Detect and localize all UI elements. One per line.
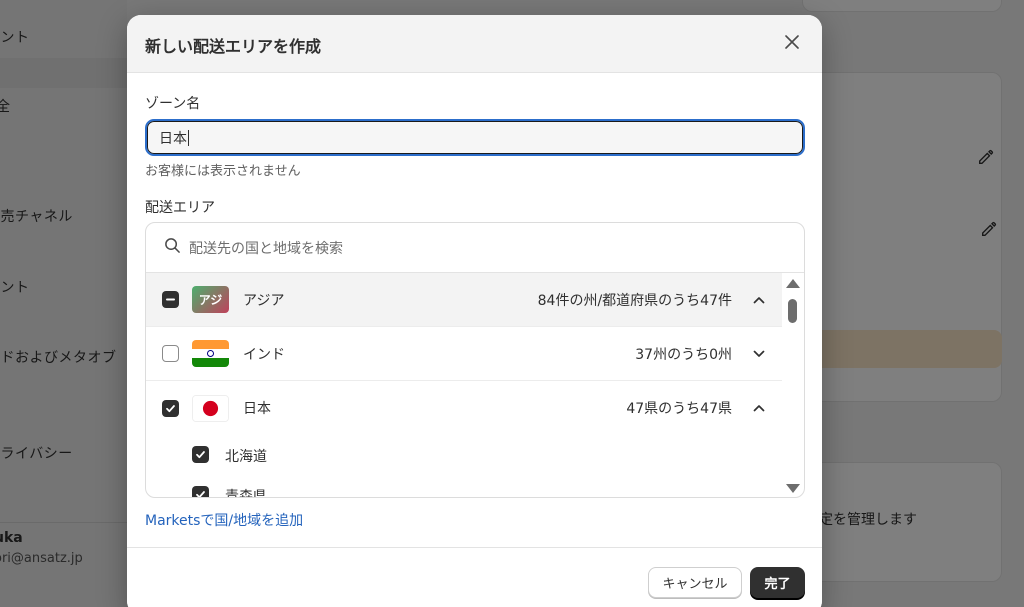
region-count: 47県のうち47県: [626, 401, 732, 417]
modal-footer: キャンセル 完了: [127, 547, 822, 607]
shipping-area-label: 配送エリア: [145, 200, 215, 216]
japan-flag-icon: [192, 394, 229, 422]
zone-name-help: お客様には表示されません: [145, 164, 301, 179]
zone-name-input[interactable]: 日本: [145, 119, 805, 156]
prefecture-checkbox[interactable]: [192, 486, 209, 497]
modal-title: 新しい配送エリアを作成: [145, 37, 322, 56]
prefecture-name: 青森県: [225, 489, 267, 498]
text-caret: [188, 129, 189, 146]
region-checkbox-japan[interactable]: [162, 399, 179, 417]
scroll-thumb[interactable]: [788, 299, 797, 323]
region-name: 日本: [243, 401, 271, 417]
close-button[interactable]: [780, 31, 804, 55]
add-region-in-markets-link[interactable]: Marketsで国/地域を追加: [145, 510, 303, 530]
region-name: アジア: [243, 292, 285, 309]
search-placeholder: 配送先の国と地域を検索: [189, 240, 343, 257]
chevron-down-icon[interactable]: [752, 347, 766, 361]
shipping-area-box: 配送先の国と地域を検索 アジ アジア 84件の州/都道府県のうち47件 インド …: [145, 222, 805, 498]
create-shipping-zone-modal: 新しい配送エリアを作成 ゾーン名 日本 お客様には表示されません 配送エリア 配…: [127, 15, 822, 607]
prefecture-row[interactable]: 北海道: [146, 435, 782, 475]
region-count: 37州のうち0州: [635, 346, 732, 363]
search-icon: [164, 237, 181, 258]
scroll-down-arrow-icon[interactable]: [786, 484, 800, 493]
region-list-scrollbar[interactable]: [780, 273, 804, 497]
region-row-asia[interactable]: アジ アジア 84件の州/都道府県のうち47件: [146, 273, 782, 327]
prefecture-row[interactable]: 青森県: [146, 475, 782, 498]
india-flag-icon: [192, 340, 229, 367]
asia-flag-icon: アジ: [192, 286, 229, 313]
zone-name-value: 日本: [159, 130, 187, 147]
region-list: アジ アジア 84件の州/都道府県のうち47件 インド 37州のうち0州 日本 …: [146, 273, 782, 498]
prefecture-name: 北海道: [225, 449, 267, 465]
region-row-japan[interactable]: 日本 47県のうち47県: [146, 381, 782, 435]
scroll-up-arrow-icon[interactable]: [786, 279, 800, 288]
region-checkbox-asia[interactable]: [162, 291, 179, 308]
done-button[interactable]: 完了: [750, 567, 805, 598]
prefecture-checkbox[interactable]: [192, 446, 209, 463]
close-icon: [785, 34, 799, 53]
chevron-up-icon[interactable]: [752, 401, 766, 415]
modal-header: 新しい配送エリアを作成: [127, 15, 822, 73]
region-search[interactable]: 配送先の国と地域を検索: [146, 223, 804, 273]
region-checkbox-india[interactable]: [162, 345, 179, 362]
cancel-button[interactable]: キャンセル: [648, 567, 742, 598]
region-name: インド: [243, 346, 285, 363]
region-row-india[interactable]: インド 37州のうち0州: [146, 327, 782, 381]
zone-name-label: ゾーン名: [145, 96, 201, 112]
chevron-up-icon[interactable]: [752, 293, 766, 307]
region-count: 84件の州/都道府県のうち47件: [537, 292, 732, 309]
